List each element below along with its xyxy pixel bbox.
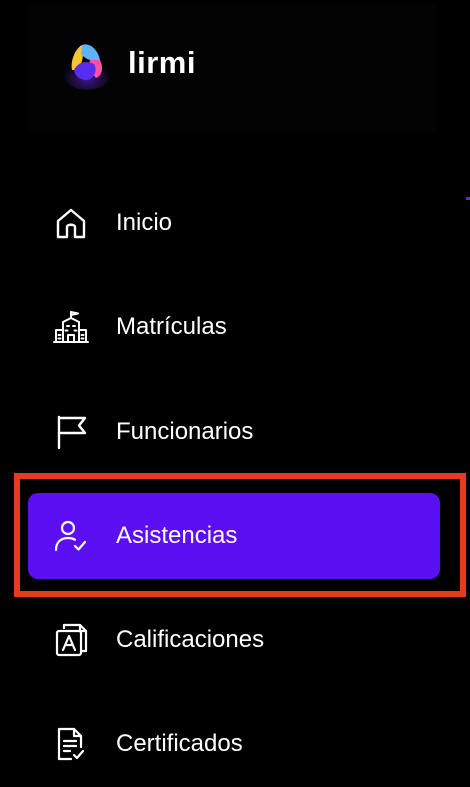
sidebar-item-label: Calificaciones	[116, 626, 265, 653]
sidebar-item-label: Inicio	[116, 209, 173, 236]
flag-icon	[52, 413, 90, 451]
sidebar-item-label: Funcionarios	[116, 418, 254, 445]
sidebar-item-inicio[interactable]: Inicio	[28, 180, 440, 266]
home-icon	[52, 204, 90, 242]
sidebar-item-label: Certificados	[116, 730, 243, 757]
sidebar-item-calificaciones[interactable]: Calificaciones	[28, 597, 440, 683]
grades-document-icon	[52, 621, 90, 659]
certificate-document-icon	[52, 725, 90, 763]
sidebar-nav: Inicio Matrículas Funcionarios Asistenci…	[0, 0, 470, 767]
school-building-icon	[52, 308, 90, 346]
sidebar-item-funcionarios[interactable]: Funcionarios	[28, 389, 440, 475]
sidebar-item-matriculas[interactable]: Matrículas	[28, 284, 440, 370]
sidebar-item-label: Asistencias	[116, 522, 238, 549]
sidebar-item-label: Matrículas	[116, 313, 227, 340]
sidebar-item-certificados[interactable]: Certificados	[28, 701, 440, 787]
user-check-icon	[52, 517, 90, 555]
sidebar-item-asistencias[interactable]: Asistencias	[28, 493, 440, 579]
